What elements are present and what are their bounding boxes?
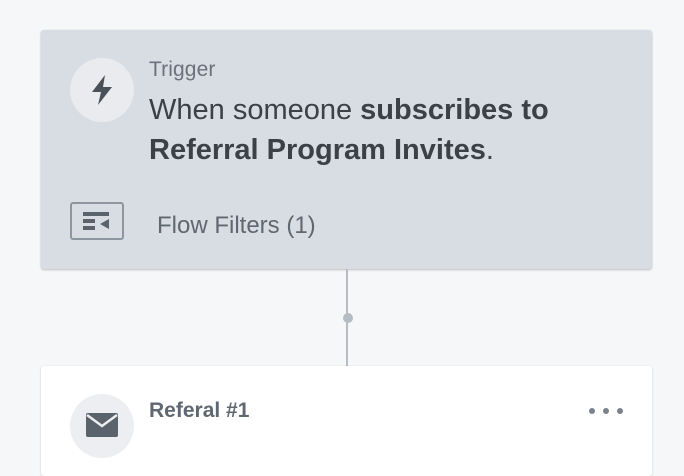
flow-connector-node[interactable] (343, 313, 353, 323)
trigger-description-bold-2: Referral Program Invites (149, 134, 486, 166)
trigger-description-prefix: When someone (149, 94, 361, 126)
trigger-description-suffix: . (485, 134, 494, 166)
trigger-description-bold-1: subscribes to (360, 94, 549, 126)
trigger-card[interactable]: Trigger When someone subscribes to Referr… (41, 30, 652, 269)
lightning-bolt-icon (70, 58, 134, 122)
more-options-dot (603, 408, 609, 414)
more-options-dot (589, 408, 595, 414)
envelope-icon (70, 394, 134, 458)
flow-filters-link[interactable]: Flow Filters (1) (157, 212, 316, 240)
email-step-title: Referal #1 (149, 399, 250, 422)
more-options-icon[interactable] (589, 400, 623, 422)
trigger-description: When someone subscribes to Referral Progr… (149, 90, 609, 170)
flow-filters-icon[interactable] (70, 202, 124, 240)
more-options-dot (617, 408, 623, 414)
email-step-card[interactable]: Referal #1 (41, 366, 652, 476)
trigger-label: Trigger (149, 58, 216, 81)
